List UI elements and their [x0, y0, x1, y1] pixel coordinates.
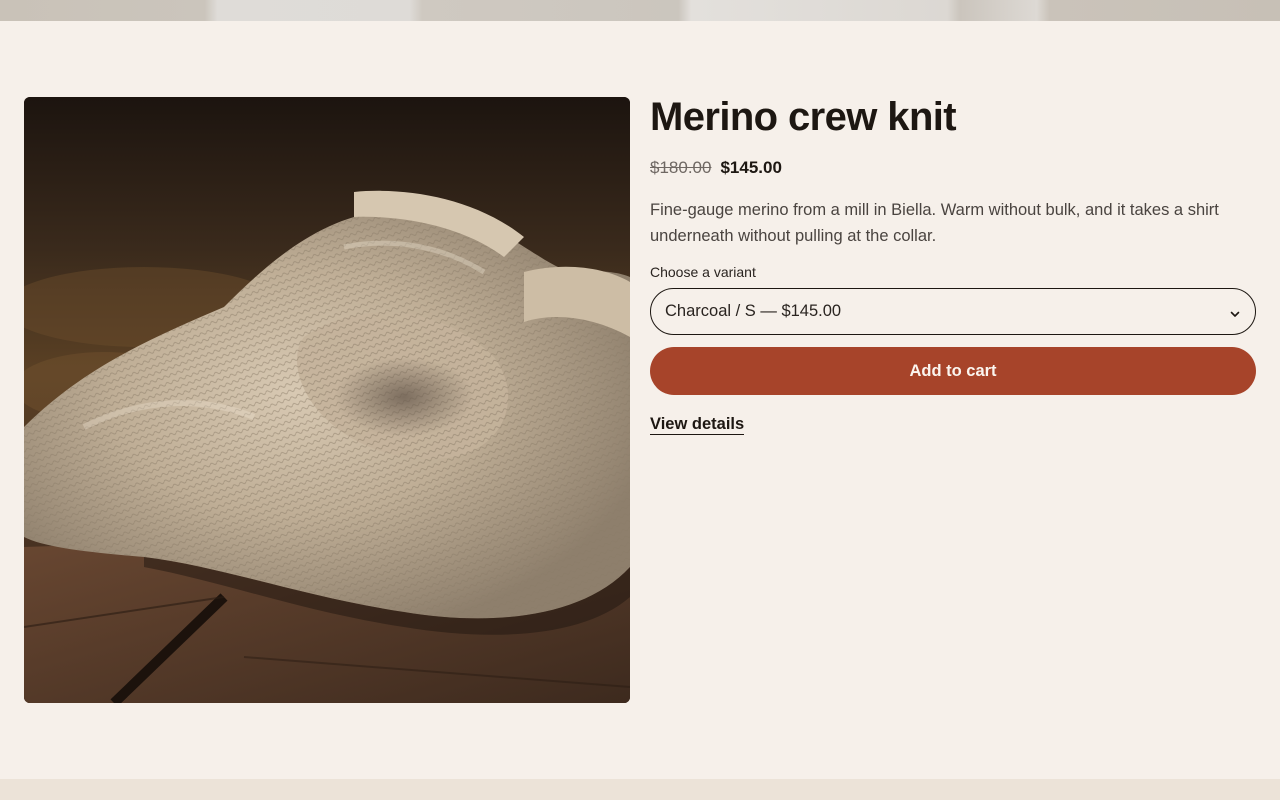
sweater-photo [24, 97, 630, 703]
chevron-down-icon [1229, 306, 1241, 318]
variant-label: Choose a variant [650, 264, 756, 280]
product-title: Merino crew knit [650, 95, 957, 139]
view-details-link[interactable]: View details [650, 415, 745, 435]
header-image-strip [0, 0, 1280, 21]
price-row: $180.00 $145.00 [650, 157, 1256, 179]
product-info: Merino crew knit $180.00 $145.00 Fine-ga… [650, 97, 1256, 435]
variant-select-value: Charcoal / S — $145.00 [665, 302, 842, 320]
variant-select[interactable]: Charcoal / S — $145.00 [650, 288, 1256, 335]
sale-price: $145.00 [720, 158, 782, 177]
add-to-cart-button[interactable]: Add to cart [650, 347, 1256, 395]
footer-strip [0, 779, 1280, 800]
product-image[interactable] [24, 97, 630, 703]
compare-at-price: $180.00 [650, 158, 712, 177]
product-description: Fine-gauge merino from a mill in Biella.… [650, 201, 1219, 245]
